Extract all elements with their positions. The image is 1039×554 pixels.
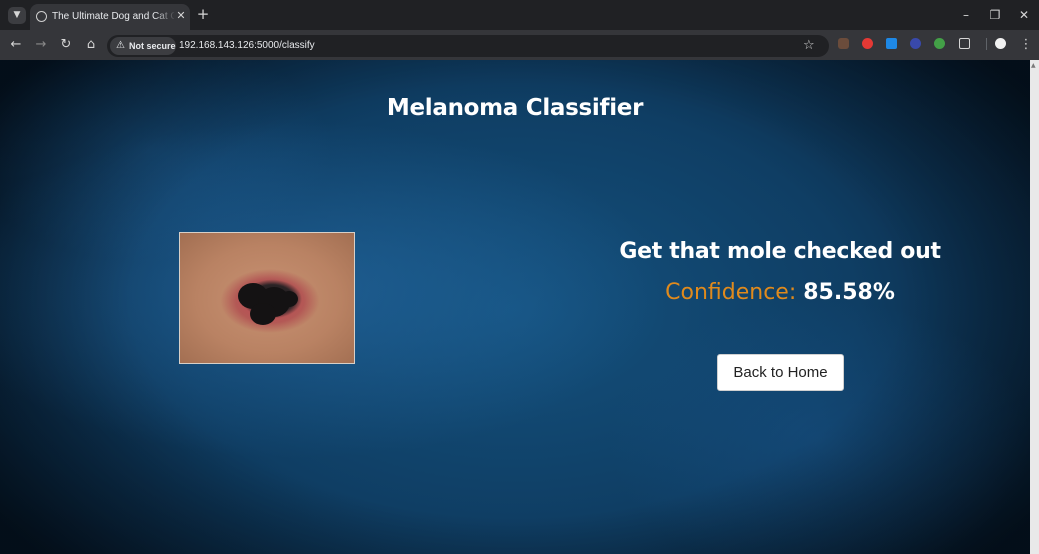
reload-button[interactable]: ↻ bbox=[58, 37, 74, 53]
security-label: Not secure bbox=[129, 41, 176, 51]
toolbar-divider bbox=[986, 38, 987, 50]
minimize-icon: – bbox=[963, 8, 969, 22]
minimize-button[interactable]: – bbox=[954, 6, 978, 24]
arrow-right-icon: → bbox=[35, 37, 47, 52]
close-icon[interactable]: ✕ bbox=[174, 9, 188, 23]
extension-icon-5[interactable] bbox=[934, 38, 945, 49]
uploaded-mole-image bbox=[179, 232, 355, 364]
home-button[interactable]: ⌂ bbox=[83, 37, 99, 53]
mole-lesion bbox=[250, 303, 276, 325]
scrollbar[interactable] bbox=[1030, 60, 1039, 554]
confidence-label: Confidence: bbox=[665, 280, 797, 305]
close-window-button[interactable]: ✕ bbox=[1012, 6, 1036, 24]
page-title: Melanoma Classifier bbox=[386, 95, 644, 121]
background-vignette bbox=[0, 60, 1030, 554]
tab-strip: ▼ The Ultimate Dog and Cat Classifier ✕ … bbox=[0, 0, 1039, 30]
arrow-left-icon: ← bbox=[10, 37, 22, 52]
kebab-icon[interactable]: ⋮ bbox=[1018, 37, 1034, 53]
browser-toolbar: ← → ↻ ⌂ ⚠ Not secure 192.168.143.126:500… bbox=[0, 30, 1039, 60]
forward-button[interactable]: → bbox=[33, 37, 49, 53]
tab-title-fade bbox=[154, 9, 176, 25]
confidence-value: 85.58% bbox=[803, 280, 895, 305]
mole-lesion bbox=[280, 291, 298, 307]
extension-icon-1[interactable] bbox=[838, 38, 849, 49]
confidence-line: Confidence: 85.58% bbox=[530, 280, 1030, 305]
extension-icon-2[interactable] bbox=[862, 38, 873, 49]
back-to-home-button[interactable]: Back to Home bbox=[717, 354, 844, 391]
warning-icon: ⚠ bbox=[116, 40, 125, 51]
scroll-up-icon[interactable]: ▲ bbox=[1031, 62, 1036, 69]
result-heading: Get that mole checked out bbox=[619, 239, 941, 264]
address-bar[interactable]: ⚠ Not secure 192.168.143.126:5000/classi… bbox=[107, 35, 829, 57]
plus-icon: + bbox=[196, 5, 210, 23]
url-text[interactable]: 192.168.143.126:5000/classify bbox=[179, 35, 315, 57]
globe-icon bbox=[36, 11, 47, 22]
tab-classifier[interactable]: The Ultimate Dog and Cat Classifier ✕ bbox=[30, 4, 190, 30]
close-icon: ✕ bbox=[1018, 8, 1030, 22]
profile-avatar[interactable] bbox=[995, 38, 1006, 49]
tab-search-button[interactable]: ▼ bbox=[8, 7, 26, 24]
extension-icon-3[interactable] bbox=[886, 38, 897, 49]
restore-button[interactable]: ❐ bbox=[983, 6, 1007, 24]
page-viewport: Melanoma Classifier Get that mole checke… bbox=[0, 60, 1030, 554]
back-button[interactable]: ← bbox=[8, 37, 24, 53]
restore-icon: ❐ bbox=[989, 8, 1001, 22]
reload-icon: ↻ bbox=[60, 37, 72, 52]
extension-icon-4[interactable] bbox=[910, 38, 921, 49]
security-chip[interactable]: ⚠ Not secure bbox=[110, 37, 176, 55]
chevron-down-icon: ▼ bbox=[13, 10, 21, 20]
new-tab-button[interactable]: + bbox=[194, 5, 212, 23]
star-icon[interactable]: ☆ bbox=[803, 37, 815, 55]
puzzle-icon[interactable] bbox=[959, 38, 970, 49]
home-icon: ⌂ bbox=[86, 37, 96, 52]
